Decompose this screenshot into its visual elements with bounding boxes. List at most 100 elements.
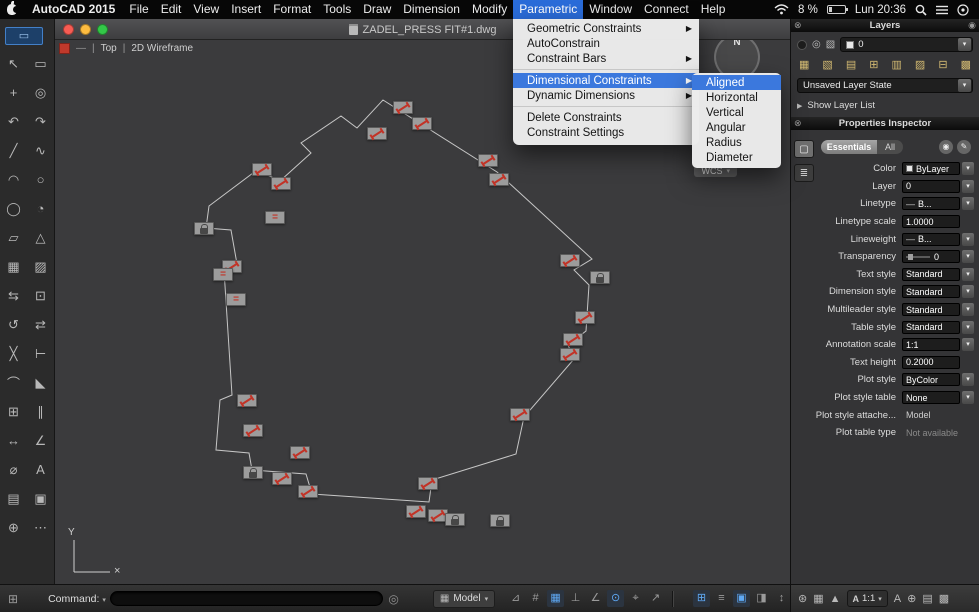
constraint-marker-lock[interactable] — [490, 514, 510, 527]
tool-copy-button[interactable]: ⊡ — [27, 281, 54, 310]
grid-display-toggle[interactable]: ▦ — [547, 590, 565, 607]
panel-close-icon[interactable]: ⊗ — [794, 117, 802, 130]
tool-circle-2p-button[interactable]: ◯ — [0, 194, 27, 223]
tool-orbit-button[interactable]: ◎ — [27, 78, 54, 107]
menubar-item-view[interactable]: View — [187, 0, 225, 19]
tool-gradient-button[interactable]: ▨ — [27, 252, 54, 281]
annotation-cursor-icon[interactable]: ▲ — [830, 593, 841, 605]
submenu-item-diameter[interactable]: Diameter — [692, 150, 781, 165]
layer-viewport-icon[interactable]: ⊟ — [938, 58, 947, 71]
tool-rotate-button[interactable]: ↺ — [0, 310, 27, 339]
tool-circle-button[interactable]: ○ — [27, 165, 54, 194]
command-history-icon[interactable]: ◎ — [388, 592, 398, 606]
menubar-item-parametric[interactable]: Parametric — [513, 0, 584, 19]
layer-status-icon[interactable] — [797, 39, 807, 50]
annotation-scale-button[interactable]: A 1:1 ▾ — [846, 590, 888, 607]
property-value-text-style[interactable]: Standard — [902, 267, 960, 281]
layer-isolate-icon[interactable]: ◎ — [812, 39, 821, 50]
menubar-clock[interactable]: Lun 20:36 — [855, 4, 906, 16]
constraint-marker-dim[interactable] — [406, 505, 426, 518]
tab-essentials[interactable]: Essentials — [821, 140, 877, 154]
constraint-marker-dim[interactable] — [563, 333, 583, 346]
property-value-linetype-scale[interactable]: 1.0000 — [902, 215, 960, 229]
dropdown-arrow-icon[interactable]: ▾ — [958, 79, 971, 92]
constraint-marker-dim[interactable] — [575, 311, 595, 324]
dropdown-arrow-icon[interactable]: ▾ — [962, 320, 974, 334]
dropdown-arrow-icon[interactable]: ▾ — [962, 250, 974, 264]
menubar-item-help[interactable]: Help — [695, 0, 732, 19]
constraint-marker-eq[interactable]: = — [226, 293, 246, 306]
menubar-item-tools[interactable]: Tools — [317, 0, 357, 19]
grid-corner-icon[interactable]: ⊞ — [8, 592, 18, 606]
apple-menu-icon[interactable] — [0, 1, 24, 15]
constraint-marker-dim[interactable] — [252, 163, 272, 176]
layer-state-select[interactable]: Unsaved Layer State ▾ — [797, 78, 973, 93]
layer-settings-icon[interactable]: ▩ — [961, 58, 971, 71]
tool-text-button[interactable]: A — [27, 455, 54, 484]
dropdown-arrow-icon[interactable]: ▾ — [958, 38, 971, 51]
layer-lock-icon[interactable]: ⊞ — [869, 58, 878, 71]
command-input[interactable] — [109, 591, 384, 606]
polar-tracking-toggle[interactable]: ∠ — [587, 590, 604, 607]
tool-chamfer-button[interactable]: ◣ — [27, 368, 54, 397]
dropdown-arrow-icon[interactable]: ▾ — [962, 232, 974, 246]
constraint-marker-dim[interactable] — [418, 477, 438, 490]
tool-redo-button[interactable]: ↷ — [27, 107, 54, 136]
dropdown-arrow-icon[interactable]: ▾ — [962, 391, 974, 405]
tool-polygon-button[interactable]: △ — [27, 223, 54, 252]
tool-select-button[interactable]: ↖ — [0, 49, 27, 78]
viewport-minimize-icon[interactable]: — — [76, 43, 86, 54]
new-layer-icon[interactable]: ▦ — [799, 58, 809, 71]
submenu-item-radius[interactable]: Radius — [692, 135, 781, 150]
constraint-marker-dim[interactable] — [271, 177, 291, 190]
tool-fillet-button[interactable]: ⌒ — [0, 368, 27, 397]
tool-trim-button[interactable]: ╳ — [0, 339, 27, 368]
menubar-item-window[interactable]: Window — [583, 0, 638, 19]
show-layer-list[interactable]: ▶ Show Layer List — [797, 100, 973, 111]
tool-extend-button[interactable]: ⊢ — [27, 339, 54, 368]
property-value-annotation-scale[interactable]: 1:1 — [902, 338, 960, 352]
viewport-close-button[interactable] — [59, 43, 70, 54]
property-value-linetype[interactable]: — B... — [902, 197, 960, 211]
dropdown-arrow-icon[interactable]: ▾ — [962, 303, 974, 317]
tool-pan-button[interactable]: + — [0, 78, 27, 107]
tool-line-button[interactable]: ╱ — [0, 136, 27, 165]
tool-move-button[interactable]: ⇆ — [0, 281, 27, 310]
menu-item-autoconstrain[interactable]: AutoConstrain — [513, 36, 699, 51]
ortho-mode-toggle[interactable]: ⊥ — [567, 590, 584, 607]
notification-center-icon[interactable] — [936, 5, 948, 15]
constraint-marker-eq[interactable]: = — [265, 211, 285, 224]
dropdown-arrow-icon[interactable]: ▾ — [962, 373, 974, 387]
menubar-item-edit[interactable]: Edit — [155, 0, 188, 19]
tool-block-button[interactable]: ▣ — [27, 484, 54, 513]
tool-selection-window-button[interactable]: ▭ — [27, 49, 54, 78]
constraint-marker-dim[interactable] — [290, 446, 310, 459]
viewport-view-label[interactable]: Top — [101, 43, 117, 54]
snap-mode-toggle[interactable]: # — [527, 590, 544, 607]
tool-table-button[interactable]: ▤ — [0, 484, 27, 513]
property-value-text-height[interactable]: 0.2000 — [902, 355, 960, 369]
submenu-item-vertical[interactable]: Vertical — [692, 105, 781, 120]
dropdown-arrow-icon[interactable]: ▾ — [962, 197, 974, 211]
dropdown-arrow-icon[interactable]: ▾ — [962, 267, 974, 281]
ui-panels-icon[interactable]: ▦ — [813, 592, 823, 605]
object-snap-tracking-toggle[interactable]: ⌖ — [627, 590, 644, 607]
properties-panel-header[interactable]: ⊗ Properties Inspector — [791, 117, 979, 130]
tool-mirror-button[interactable]: ⇄ — [27, 310, 54, 339]
property-value-plot-style-table[interactable]: None — [902, 391, 960, 405]
command-popup-arrow-icon[interactable]: ▾ — [102, 596, 106, 604]
property-value-lineweight[interactable]: — B... — [902, 232, 960, 246]
constraint-marker-dim[interactable] — [560, 348, 580, 361]
current-tool-button[interactable]: ▭ — [5, 27, 43, 45]
tool-more-tools-button[interactable]: ⋯ — [27, 513, 54, 542]
layer-color-icon[interactable]: ▥ — [892, 58, 902, 71]
match-properties-icon[interactable]: ◉ — [939, 140, 953, 154]
spotlight-icon[interactable] — [915, 4, 927, 16]
auto-annotation-icon[interactable]: ⊕ — [907, 592, 916, 605]
menubar-item-file[interactable]: File — [123, 0, 154, 19]
tool-dimension-diameter-button[interactable]: ⌀ — [0, 455, 27, 484]
app-menu[interactable]: AutoCAD 2015 — [24, 0, 123, 19]
constraint-marker-lock[interactable] — [445, 513, 465, 526]
tool-rectangle-button[interactable]: ▱ — [0, 223, 27, 252]
tool-insert-block-button[interactable]: ⊕ — [0, 513, 27, 542]
